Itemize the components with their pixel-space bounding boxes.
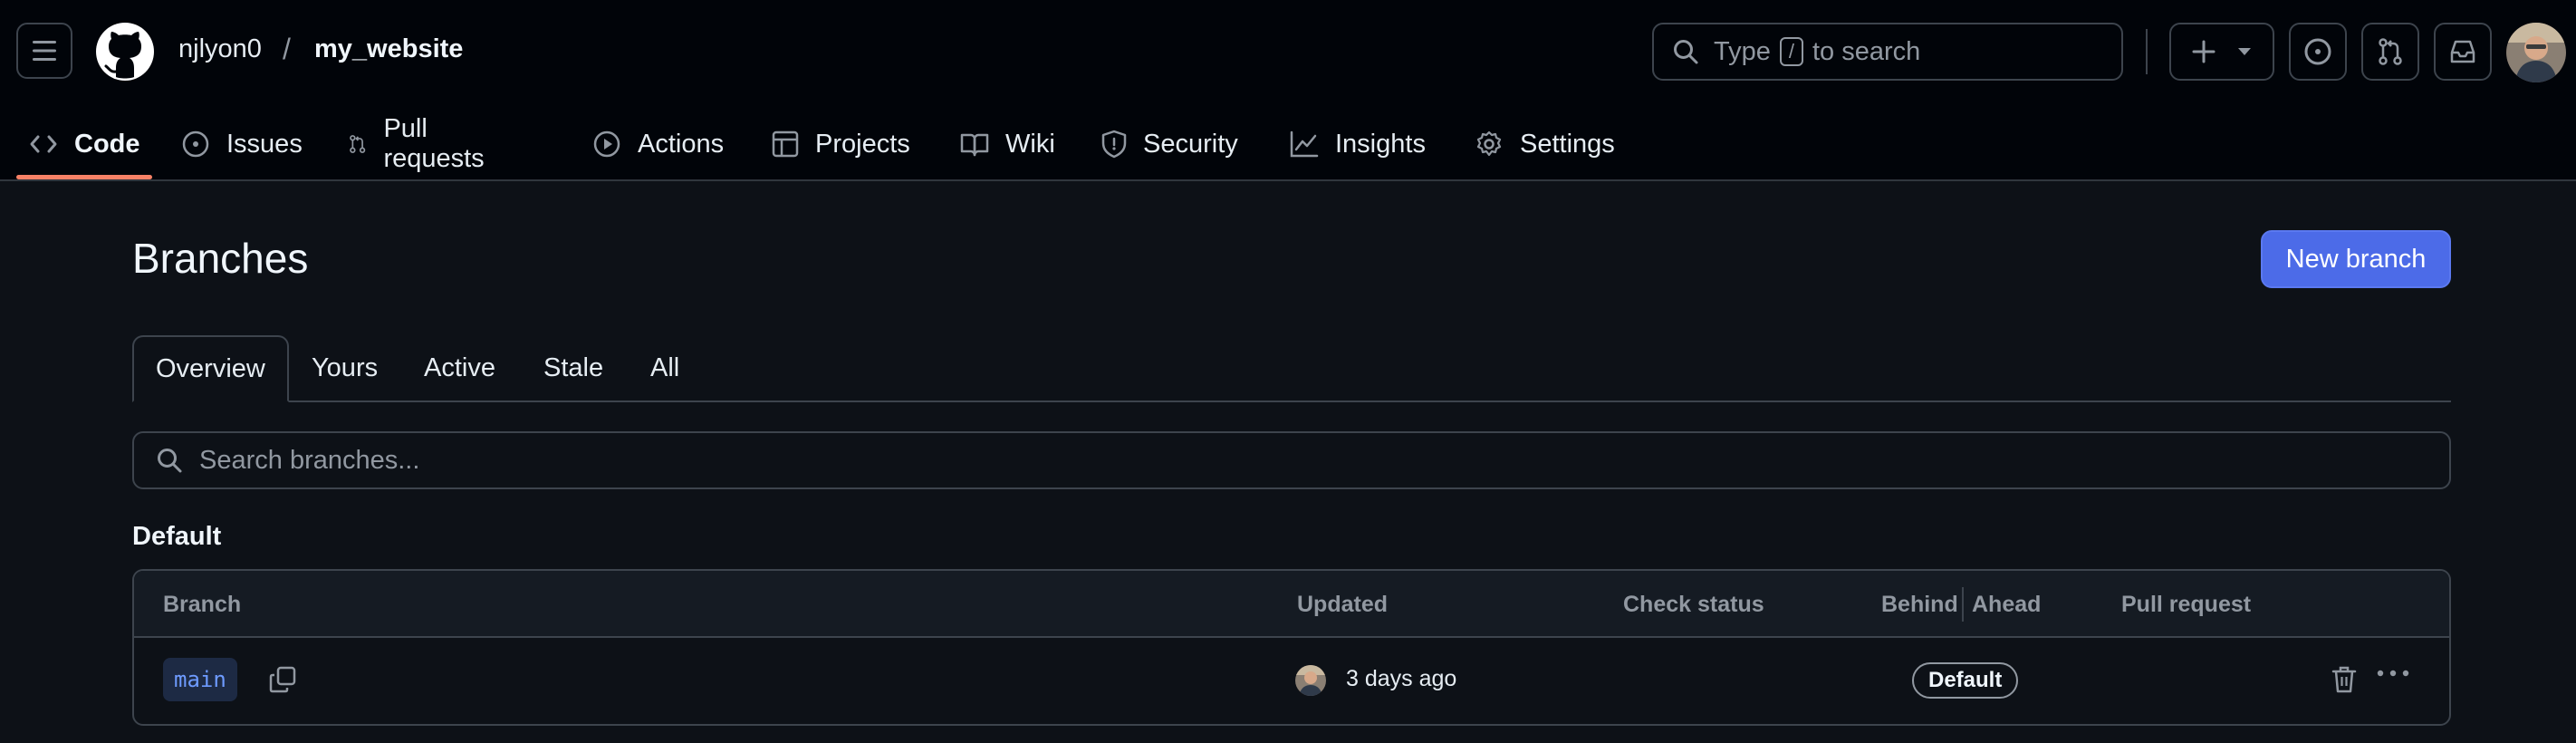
issues-button[interactable]	[2289, 23, 2347, 81]
search-icon	[1674, 40, 1698, 64]
github-logo-icon[interactable]	[96, 23, 154, 81]
inbox-button[interactable]	[2434, 23, 2492, 81]
path-separator: /	[283, 33, 291, 65]
tab-issues-label: Issues	[226, 129, 303, 159]
tab-security-label: Security	[1143, 129, 1238, 159]
triangle-down-icon	[2238, 48, 2251, 55]
branch-name-link[interactable]: main	[163, 658, 237, 701]
col-branch: Branch	[163, 592, 242, 617]
tab-settings-label: Settings	[1520, 129, 1615, 159]
tab-actions-label: Actions	[638, 129, 725, 159]
branch-more-options-button[interactable]	[2377, 669, 2409, 678]
search-suffix-text: to search	[1812, 36, 1921, 66]
user-avatar[interactable]	[2506, 23, 2566, 82]
tab-insights-label: Insights	[1335, 129, 1426, 159]
col-check-status: Check status	[1623, 592, 1764, 617]
subtab-all[interactable]: All	[650, 335, 679, 400]
col-behind: Behind	[1881, 592, 1958, 617]
copy-icon	[269, 666, 296, 693]
repo-name-link[interactable]: my_website	[314, 34, 463, 64]
author-avatar[interactable]	[1295, 665, 1326, 696]
selected-tab-indicator	[16, 175, 152, 179]
git-pull-request-icon	[350, 135, 366, 153]
delete-branch-button[interactable]	[2331, 665, 2357, 694]
menu-button[interactable]	[16, 23, 72, 79]
code-icon	[30, 135, 57, 153]
search-prefix-text: Type	[1714, 36, 1771, 66]
subtab-overview[interactable]: Overview	[132, 335, 289, 402]
branches-table: Branch Updated Check status Behind Ahead…	[132, 569, 2451, 726]
kebab-horizontal-icon	[2377, 670, 2409, 677]
tab-pull-requests-label: Pull requests	[383, 114, 485, 173]
branch-filter-tabs: Overview Yours Active Stale All	[132, 335, 2451, 402]
default-branch-badge: Default	[1912, 662, 2019, 699]
table-icon	[772, 130, 799, 158]
app-header: njlyon0 / my_website Type / to search Co…	[0, 0, 2576, 181]
hamburger-icon	[33, 41, 56, 61]
subtab-active[interactable]: Active	[424, 335, 495, 400]
play-icon	[593, 130, 620, 158]
gear-icon	[1476, 130, 1502, 157]
tab-code[interactable]: Code	[29, 107, 140, 181]
updated-time: 3 days ago	[1346, 666, 1457, 691]
global-search-input[interactable]: Type / to search	[1652, 23, 2123, 81]
col-ahead: Ahead	[1972, 592, 2042, 617]
tab-wiki[interactable]: Wiki	[960, 107, 1055, 181]
search-shortcut-key: /	[1779, 37, 1803, 66]
book-icon	[960, 133, 989, 157]
tab-code-label: Code	[74, 129, 140, 159]
tab-settings[interactable]: Settings	[1475, 107, 1615, 181]
copy-branch-button[interactable]	[263, 660, 303, 700]
behind-ahead-divider	[1962, 587, 1964, 622]
create-new-button[interactable]	[2169, 23, 2274, 81]
table-header: Branch Updated Check status Behind Ahead…	[134, 571, 2449, 638]
issue-opened-icon	[182, 130, 209, 158]
section-heading-default: Default	[132, 522, 222, 551]
subtab-yours[interactable]: Yours	[312, 335, 378, 400]
table-row: main 3 days ago Default	[134, 638, 2449, 724]
search-icon	[158, 449, 182, 473]
branch-search-placeholder: Search branches...	[199, 445, 420, 475]
col-updated: Updated	[1297, 592, 1388, 617]
issue-opened-icon	[2304, 38, 2331, 65]
tab-issues[interactable]: Issues	[181, 107, 303, 181]
pull-requests-button[interactable]	[2361, 23, 2419, 81]
header-divider	[2146, 29, 2148, 74]
tab-actions[interactable]: Actions	[592, 107, 724, 181]
tab-projects-label: Projects	[815, 129, 910, 159]
page-title: Branches	[132, 235, 309, 282]
tab-pull-requests[interactable]: Pull requests	[348, 107, 492, 181]
plus-icon	[2192, 40, 2216, 63]
inbox-icon	[2450, 40, 2475, 63]
tab-security[interactable]: Security	[1101, 107, 1238, 181]
trash-icon	[2331, 666, 2357, 693]
git-pull-request-icon	[2379, 38, 2402, 65]
repo-owner-link[interactable]: njlyon0	[178, 34, 262, 64]
shield-icon	[1101, 130, 1127, 159]
tab-wiki-label: Wiki	[1005, 129, 1055, 159]
graph-icon	[1290, 130, 1319, 158]
subtab-stale[interactable]: Stale	[543, 335, 603, 400]
tab-projects[interactable]: Projects	[772, 107, 910, 181]
branch-search-input[interactable]: Search branches...	[132, 431, 2451, 489]
new-branch-button[interactable]: New branch	[2261, 230, 2451, 288]
col-pull-request: Pull request	[2121, 592, 2252, 617]
tab-insights[interactable]: Insights	[1290, 107, 1426, 181]
